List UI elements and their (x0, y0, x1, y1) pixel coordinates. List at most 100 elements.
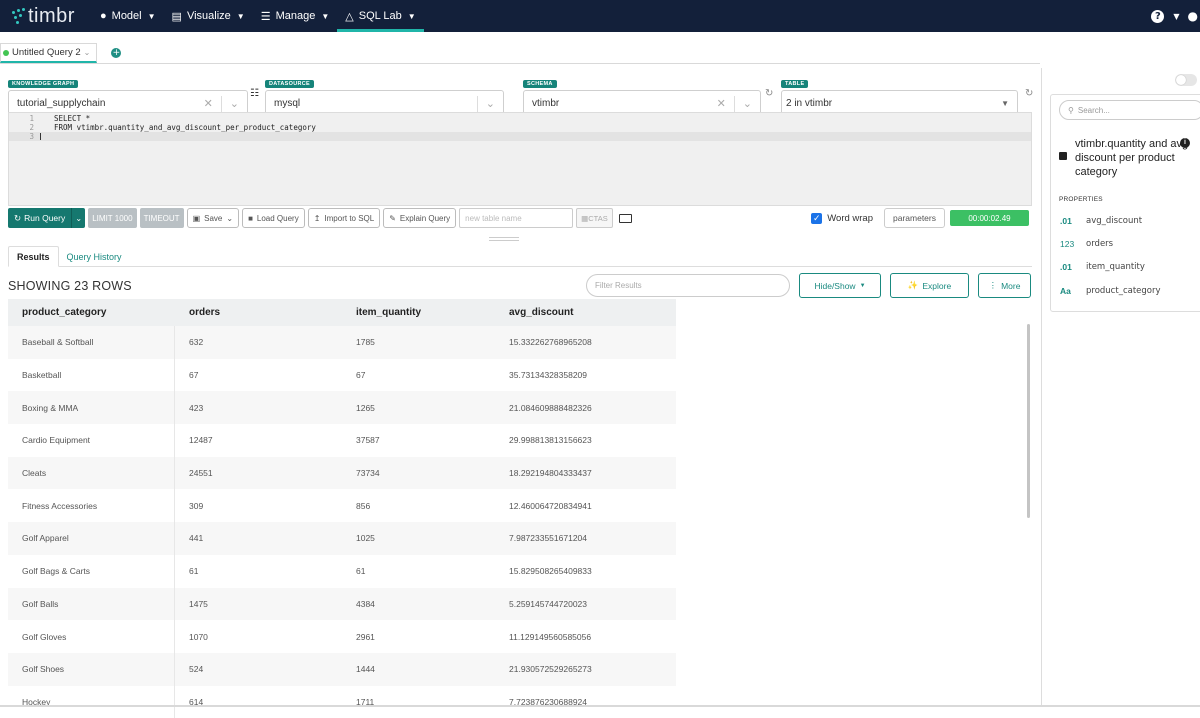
query-tabs: Untitled Query 2 ⌄ + (0, 43, 1040, 64)
top-navbar: timbr ● Model ▼ ▤ Visualize ▼ ☰ Manage ▼… (0, 0, 1200, 32)
chevron-down-icon[interactable]: ⌄ (230, 97, 239, 110)
table-cell: 7.987233551671204 (509, 533, 587, 544)
table-row[interactable]: Cardio Equipment 12487 37587 29.99881381315… (8, 424, 676, 457)
property-item[interactable]: 123 orders (1060, 239, 1113, 249)
nav-visualize[interactable]: ▤ Visualize ▼ (164, 0, 253, 32)
ctas-button[interactable]: ▦ CTAS (576, 208, 613, 228)
nav-model-label: Model (111, 10, 142, 22)
load-query-button[interactable]: ■ Load Query (242, 208, 305, 228)
column-header[interactable]: product_category (8, 299, 175, 326)
user-icon[interactable]: ● (1188, 9, 1198, 23)
chevron-down-icon[interactable]: ⌄ (743, 97, 752, 110)
help-icon[interactable]: ? (1151, 9, 1165, 23)
parameters-button[interactable]: parameters (884, 208, 945, 228)
more-icon: ⋮ (988, 280, 998, 290)
table-row[interactable]: Hockey 614 1711 7.723876230688924 (8, 685, 676, 718)
folder-icon: ■ (248, 213, 253, 223)
column-header[interactable]: avg_discount (495, 299, 676, 326)
result-tabs: Results Query History (8, 246, 1032, 267)
explore-button[interactable]: ✨ Explore (890, 273, 969, 298)
nav-model[interactable]: ● Model ▼ (92, 0, 164, 32)
query-tab-label: Untitled Query 2 (12, 47, 81, 58)
table-cell: 614 (189, 696, 204, 707)
save-button[interactable]: ▣ Save ⌄ (186, 208, 240, 228)
ctas-label: CTAS (588, 213, 608, 223)
explain-query-button[interactable]: ✎ Explain Query (383, 208, 457, 228)
table-row[interactable]: Basketball 67 67 35.73134328358209 (8, 358, 676, 392)
table-cell: Golf Shoes (8, 652, 175, 686)
table-cell: Cleats (8, 456, 175, 490)
run-query-button[interactable]: ↻ Run Query ⌄ (8, 208, 86, 228)
chevron-down-icon[interactable]: ⌄ (486, 97, 495, 110)
clear-icon[interactable]: ✕ (717, 97, 726, 110)
line-number: 3 (29, 132, 34, 141)
info-icon[interactable]: i (1180, 138, 1190, 148)
table-row[interactable]: Golf Shoes 524 1444 21.930572529265273 (8, 652, 676, 686)
keyboard-icon[interactable] (618, 213, 632, 223)
import-to-sql-button[interactable]: ↥ Import to SQL (307, 208, 381, 228)
property-name: orders (1086, 239, 1114, 249)
schema-selector: SCHEMA vtimbr ✕ ⌄ (523, 70, 761, 117)
panel-search-input[interactable]: ⚲ Search... (1059, 100, 1200, 120)
table-cell: Golf Apparel (8, 522, 175, 555)
logo-dots-icon (12, 8, 26, 24)
table-row[interactable]: Golf Bags & Carts 61 61 15.829508265409833 (8, 554, 676, 588)
query-tab[interactable]: Untitled Query 2 ⌄ (0, 43, 98, 63)
chevron-down-icon[interactable]: ⌄ (71, 208, 86, 228)
flask-icon: △ (345, 10, 354, 23)
table-cell: 15.829508265409833 (509, 566, 592, 577)
limit-button[interactable]: LIMIT 1000 (88, 208, 137, 228)
datasource-value: mysql (274, 98, 301, 109)
table-cell: 441 (189, 533, 204, 544)
text-cursor (40, 133, 41, 140)
table-cell: 37587 (356, 435, 380, 446)
panel-toggle[interactable] (1175, 74, 1197, 86)
clear-icon[interactable]: ✕ (204, 97, 213, 110)
nav-manage[interactable]: ☰ Manage ▼ (253, 0, 338, 32)
query-toolbar: ↻ Run Query ⌄ LIMIT 1000 TIMEOUT ▣ Save ⌄… (8, 207, 1032, 229)
more-button[interactable]: ⋮ More (978, 273, 1031, 298)
chevron-down-icon: ⌄ (226, 213, 234, 223)
refresh-icon[interactable]: ↻ (1025, 88, 1033, 99)
table-body: Baseball & Softball 632 1785 15.33226276896… (8, 326, 676, 718)
table-row[interactable]: Golf Gloves 1070 2961 11.129149560585056 (8, 620, 676, 653)
refresh-icon[interactable]: ↻ (765, 88, 773, 99)
nav-manage-label: Manage (275, 10, 316, 22)
sql-editor[interactable]: 1 SELECT * 2 FROM vtimbr.quantity_and_av… (8, 112, 1032, 206)
table-row[interactable]: Boxing & MMA 423 1265 21.084609888482326 (8, 391, 676, 425)
new-table-name-input[interactable]: new table name (459, 208, 574, 228)
chevron-down-icon[interactable]: ⌄ (84, 48, 91, 57)
add-tab-icon[interactable]: + (111, 48, 122, 58)
property-item[interactable]: .01 avg_discount (1060, 216, 1142, 226)
explain-label: Explain Query (399, 213, 451, 223)
table-row[interactable]: Golf Balls 1475 4384 5.259145744720023 (8, 587, 676, 621)
tab-results[interactable]: Results (8, 246, 59, 267)
table-cell: Golf Gloves (8, 620, 175, 653)
chevron-down-icon[interactable]: ▼ (1173, 12, 1179, 21)
minus-square-icon[interactable] (1059, 152, 1067, 160)
nav-sql-lab[interactable]: △ SQL Lab ▼ (337, 0, 424, 32)
resize-handle[interactable] (489, 237, 519, 241)
property-item[interactable]: .01 item_quantity (1060, 262, 1145, 272)
filter-results-input[interactable]: Filter Results (586, 274, 790, 297)
property-item[interactable]: Aa product_category (1060, 286, 1161, 296)
table-row[interactable]: Baseball & Softball 632 1785 15.33226276896… (8, 326, 676, 359)
timbr-logo[interactable]: timbr (12, 5, 92, 28)
table-icon: ▦ (581, 213, 589, 223)
hide-show-button[interactable]: Hide/Show ▼ (799, 273, 881, 298)
table-row[interactable]: Cleats 24551 73734 18.292194804333437 (8, 456, 676, 490)
table-cell: Fitness Accessories (8, 489, 175, 523)
scrollbar[interactable] (1027, 324, 1030, 518)
table-row[interactable]: Golf Apparel 441 1025 7.987233551671204 (8, 522, 676, 555)
tab-query-history[interactable]: Query History (59, 246, 130, 267)
caret-down-icon[interactable]: ▼ (1001, 99, 1009, 108)
table-row[interactable]: Fitness Accessories 309 856 12.460064720834… (8, 489, 676, 523)
timeout-button[interactable]: TIMEOUT (139, 208, 184, 228)
code-text: FROM vtimbr.quantity_and_avg_discount_pe… (54, 123, 316, 132)
column-header[interactable]: item_quantity (342, 299, 495, 326)
integer-type-icon: 123 (1060, 239, 1075, 249)
sitemap-icon[interactable]: ☷ (250, 88, 259, 99)
column-header[interactable]: orders (175, 299, 342, 326)
knowledge-graph-value: tutorial_supplychain (17, 98, 106, 109)
word-wrap-checkbox[interactable]: ✓ (811, 212, 823, 224)
